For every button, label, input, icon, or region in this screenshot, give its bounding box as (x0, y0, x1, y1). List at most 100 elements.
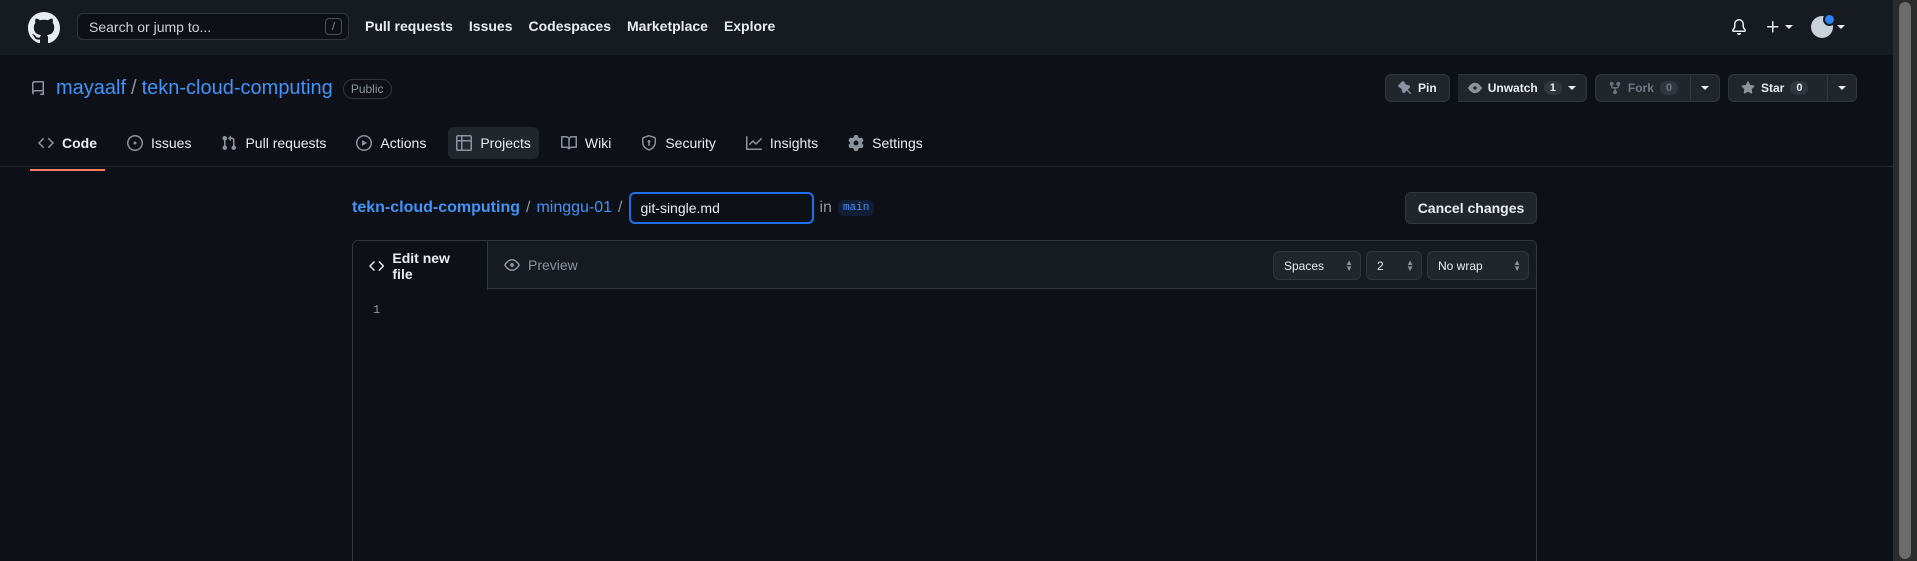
unwatch-button[interactable]: Unwatch 1 (1457, 74, 1587, 102)
search-placeholder: Search or jump to... (89, 18, 212, 35)
star-label: Star (1761, 81, 1785, 95)
issue-icon (127, 135, 143, 151)
preview-tab-label: Preview (528, 257, 578, 273)
table-icon (456, 135, 473, 151)
star-split-button: Star 0 (1728, 74, 1857, 102)
tab-edit-new-file[interactable]: Edit new file (353, 241, 488, 290)
line-number: 1 (373, 303, 381, 317)
cancel-changes-button[interactable]: Cancel changes (1405, 192, 1537, 224)
repo-separator: / (131, 77, 137, 99)
repo-header: mayaalf / tekn-cloud-computing Public Pi… (0, 55, 1893, 171)
repo-owner-link[interactable]: mayaalf (56, 77, 126, 100)
tab-pull-requests[interactable]: Pull requests (213, 127, 334, 159)
editor-options: Spaces ▲ ▼ 2 ▲ ▼ No wrap ▲ ▼ (1273, 251, 1529, 280)
global-header: Search or jump to... / Pull requests Iss… (0, 0, 1893, 55)
scrollbar-thumb[interactable] (1899, 2, 1911, 559)
nav-pull-requests[interactable]: Pull requests (365, 18, 453, 34)
branch-badge: main (837, 200, 875, 216)
code-icon (369, 260, 385, 271)
tab-settings[interactable]: Settings (840, 127, 931, 159)
nav-codespaces[interactable]: Codespaces (529, 18, 611, 34)
nav-marketplace[interactable]: Marketplace (627, 18, 708, 34)
breadcrumb: tekn-cloud-computing / minggu-01 / in ma… (352, 192, 875, 224)
select-arrows-icon: ▲ ▼ (1345, 258, 1353, 273)
tab-insights-label: Insights (769, 135, 819, 151)
header-actions (1731, 13, 1845, 38)
indent-mode-value: Spaces (1284, 258, 1325, 273)
repo-tabs: Code Issues Pull requests Actions Projec… (30, 127, 945, 171)
bell-icon[interactable] (1731, 19, 1747, 35)
tab-security[interactable]: Security (633, 127, 724, 159)
tab-projects[interactable]: Projects (448, 127, 539, 159)
pull-request-icon (222, 135, 237, 151)
plus-icon (1767, 21, 1779, 33)
fork-dropdown-button[interactable] (1691, 74, 1720, 102)
gear-icon (848, 135, 864, 151)
pin-label: Pin (1418, 81, 1437, 95)
edit-tab-label: Edit new file (392, 249, 450, 282)
fork-button[interactable]: Fork 0 (1594, 74, 1691, 102)
eye-icon (504, 259, 520, 271)
repo-actions: Pin Unwatch 1 Fork 0 Star 0 (1385, 74, 1857, 102)
repo-icon (31, 80, 44, 95)
fork-icon (1609, 81, 1621, 95)
indent-mode-select[interactable]: Spaces ▲ ▼ (1273, 251, 1361, 280)
tab-actions-label: Actions (380, 135, 427, 151)
wrap-mode-select[interactable]: No wrap ▲ ▼ (1427, 251, 1529, 280)
search-input[interactable]: Search or jump to... / (77, 13, 349, 40)
fork-label: Fork (1627, 81, 1654, 95)
nav-explore[interactable]: Explore (724, 18, 775, 34)
watch-split-button: Unwatch 1 (1457, 74, 1587, 102)
nav-issues[interactable]: Issues (469, 18, 513, 34)
tab-code[interactable]: Code (30, 127, 105, 171)
tab-insights[interactable]: Insights (738, 127, 826, 159)
page-scrollbar[interactable] (1893, 0, 1917, 561)
caret-down-icon (1701, 86, 1709, 90)
tab-pull-requests-label: Pull requests (245, 135, 327, 151)
code-icon (38, 137, 54, 149)
search-shortcut-key: / (325, 18, 342, 35)
create-new-button[interactable] (1765, 19, 1793, 35)
shield-icon (642, 135, 657, 151)
indent-size-select[interactable]: 2 ▲ ▼ (1366, 251, 1422, 280)
avatar (1811, 13, 1836, 38)
tab-preview[interactable]: Preview (488, 241, 594, 289)
star-icon (1741, 81, 1755, 94)
caret-down-icon (1567, 86, 1576, 90)
tab-issues[interactable]: Issues (119, 127, 199, 159)
visibility-badge: Public (342, 78, 392, 99)
star-dropdown-button[interactable] (1828, 74, 1857, 102)
tab-wiki[interactable]: Wiki (553, 127, 619, 159)
caret-down-icon (1785, 25, 1793, 29)
breadcrumb-repo-link[interactable]: tekn-cloud-computing (352, 199, 520, 217)
caret-down-icon (1837, 25, 1845, 29)
indent-size-value: 2 (1377, 258, 1384, 273)
unwatch-label: Unwatch (1487, 81, 1538, 95)
tab-issues-label: Issues (151, 135, 192, 151)
star-count: 0 (1790, 81, 1809, 95)
book-icon (560, 135, 577, 150)
caret-down-icon (1838, 86, 1846, 90)
file-editor: Edit new file Preview Spaces ▲ ▼ 2 ▲ ▼ No … (352, 240, 1537, 561)
tab-actions[interactable]: Actions (348, 127, 434, 159)
user-menu-button[interactable] (1811, 13, 1845, 38)
graph-icon (745, 136, 762, 150)
editor-toolbar: Edit new file Preview Spaces ▲ ▼ 2 ▲ ▼ No … (353, 241, 1536, 290)
breadcrumb-folder-link[interactable]: minggu-01 (536, 199, 612, 217)
repo-title: mayaalf / tekn-cloud-computing Public (30, 77, 392, 100)
repo-name-link[interactable]: tekn-cloud-computing (142, 77, 333, 100)
tab-code-label: Code (62, 135, 97, 151)
star-button[interactable]: Star 0 (1728, 74, 1828, 102)
breadcrumb-separator: / (525, 199, 531, 216)
pin-button[interactable]: Pin (1385, 74, 1450, 102)
tab-wiki-label: Wiki (584, 135, 612, 151)
select-arrows-icon: ▲ ▼ (1406, 258, 1414, 273)
github-logo-icon[interactable] (28, 12, 60, 44)
watch-count: 1 (1543, 81, 1562, 95)
global-nav: Pull requests Issues Codespaces Marketpl… (365, 18, 791, 34)
select-arrows-icon: ▲ ▼ (1513, 258, 1521, 273)
pin-icon (1398, 81, 1412, 95)
tab-security-label: Security (665, 135, 716, 151)
play-icon (356, 135, 373, 151)
filename-input[interactable] (628, 192, 814, 224)
